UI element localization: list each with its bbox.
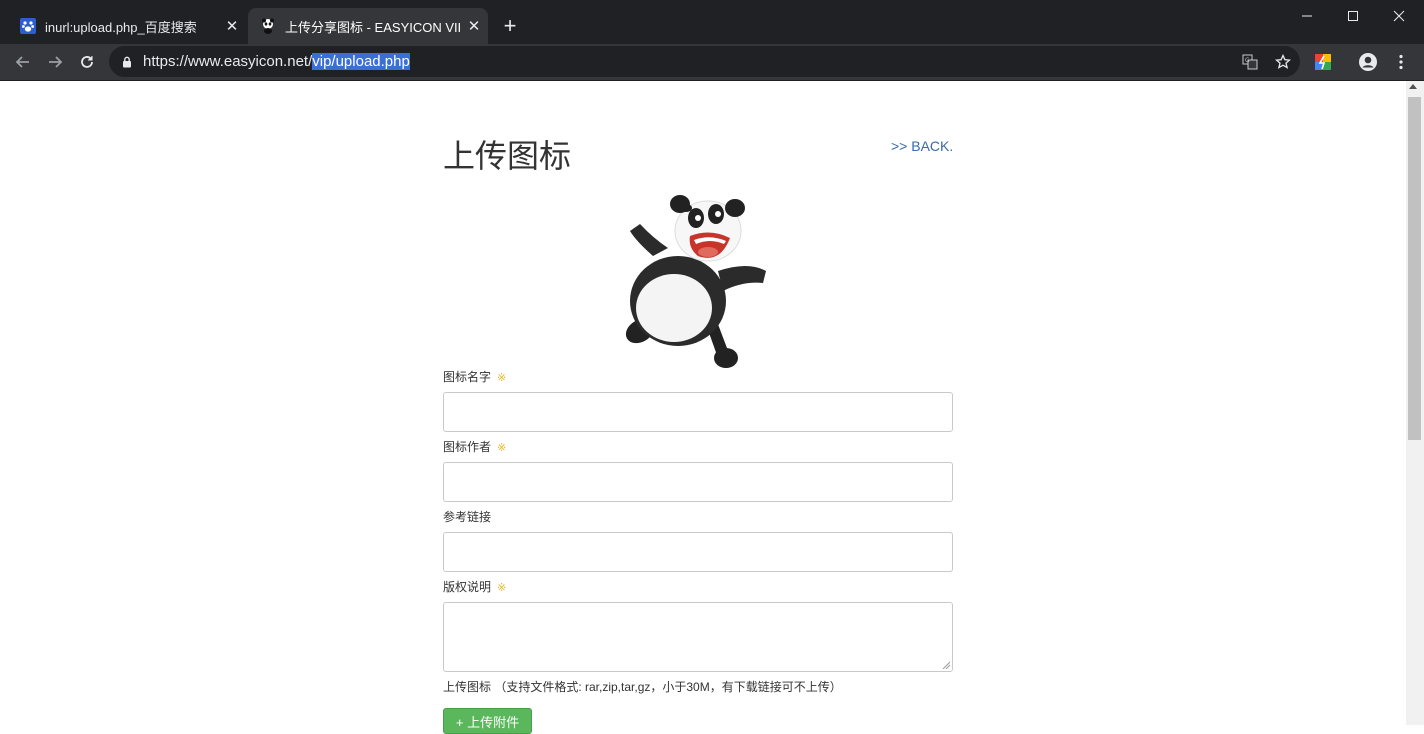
author-label: 图标作者 ※ (443, 438, 506, 455)
scrollbar-thumb[interactable] (1408, 97, 1421, 440)
page-title: 上传图标 (443, 138, 572, 174)
url-text[interactable]: https://www.easyicon.net/vip/upload.php (143, 53, 410, 70)
translate-icon[interactable]: G (1240, 52, 1260, 72)
close-tab-icon[interactable]: ✕ (218, 17, 246, 35)
back-link[interactable]: >> BACK. (891, 138, 953, 154)
copyright-label: 版权说明 ※ (443, 578, 506, 595)
tab-easyicon-upload[interactable]: 上传分享图标 - EASYICON VIP ✕ (248, 8, 488, 44)
tab-strip: inurl:upload.php_百度搜索 ✕ 上传分享图标 - EASYICO… (0, 0, 1424, 44)
url-selected: vip/upload.php (312, 53, 410, 70)
panda-icon (260, 18, 276, 34)
browser-toolbar: https://www.easyicon.net/vip/upload.php … (0, 44, 1424, 81)
minimize-icon[interactable] (1284, 0, 1330, 32)
icon-name-label: 图标名字 ※ (443, 368, 506, 385)
resize-grip-icon[interactable] (942, 661, 950, 669)
baidu-paw-icon (20, 18, 36, 34)
reference-link-label: 参考链接 (443, 508, 491, 525)
icon-name-input[interactable] (443, 392, 953, 432)
icon-name-label-text: 图标名字 (443, 370, 492, 384)
author-label-text: 图标作者 (443, 440, 492, 454)
reference-link-input[interactable] (443, 532, 953, 572)
lock-icon[interactable] (117, 52, 137, 72)
address-bar[interactable]: https://www.easyicon.net/vip/upload.php … (109, 46, 1300, 77)
forward-arrow-icon[interactable] (43, 50, 67, 74)
scroll-up-arrow-icon[interactable] (1409, 84, 1417, 89)
upload-hint-text: 上传图标 （支持文件格式: rar,zip,tar,gz，小于30M，有下载链接… (443, 680, 842, 694)
url-prefix: https://www.easyicon.net/ (143, 53, 313, 70)
copyright-textarea[interactable] (443, 602, 953, 672)
window-close-icon[interactable] (1376, 0, 1422, 32)
reload-icon[interactable] (75, 50, 99, 74)
close-tab-icon[interactable]: ✕ (460, 17, 488, 35)
extension-icon[interactable] (1313, 52, 1333, 72)
tab-baidu-search[interactable]: inurl:upload.php_百度搜索 ✕ (8, 8, 246, 44)
maximize-icon[interactable] (1330, 0, 1376, 32)
required-mark: ※ (497, 372, 507, 384)
panda-mascot-image (618, 186, 778, 371)
tab-title: 上传分享图标 - EASYICON VIP (285, 19, 460, 35)
upload-attachment-button[interactable]: + 上传附件 (443, 708, 532, 734)
reference-label-text: 参考链接 (443, 510, 492, 524)
author-input[interactable] (443, 462, 953, 502)
svg-text:G: G (1245, 57, 1250, 64)
back-arrow-icon[interactable] (11, 50, 35, 74)
new-tab-icon[interactable]: + (498, 12, 522, 40)
bookmark-star-icon[interactable] (1273, 52, 1293, 72)
required-mark: ※ (497, 442, 507, 454)
required-mark: ※ (497, 582, 507, 594)
profile-avatar-icon[interactable] (1358, 52, 1378, 72)
tab-title: inurl:upload.php_百度搜索 (45, 19, 197, 35)
copyright-label-text: 版权说明 (443, 580, 492, 594)
menu-kebab-icon[interactable] (1391, 52, 1411, 72)
